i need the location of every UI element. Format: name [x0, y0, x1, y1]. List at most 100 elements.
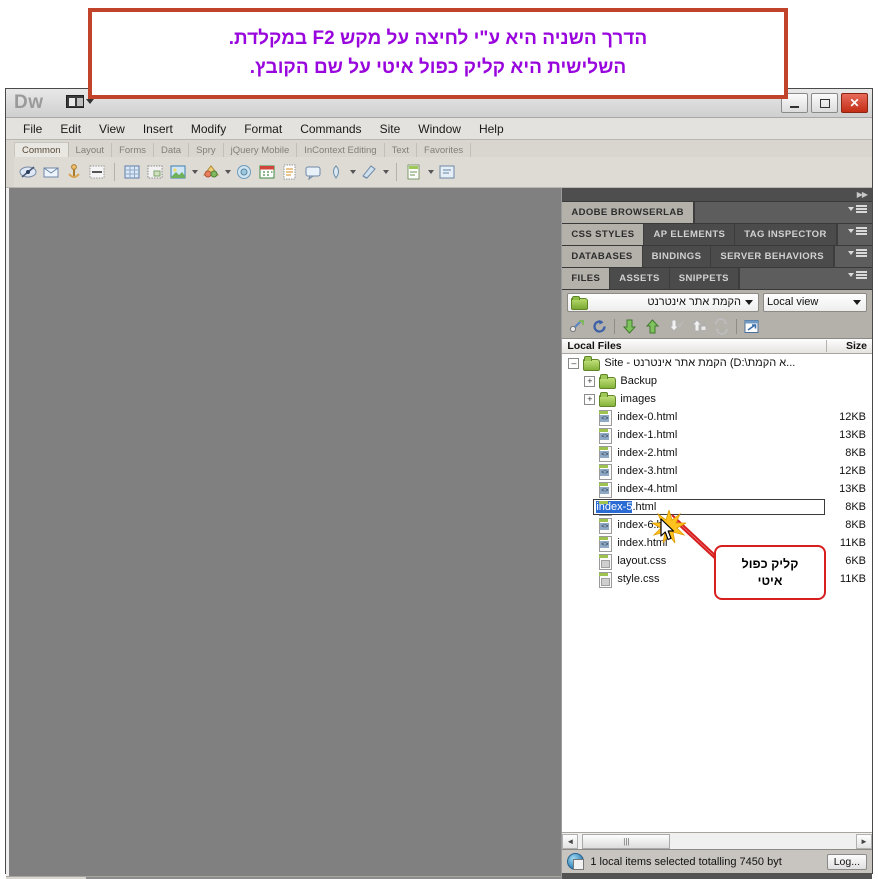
menu-format[interactable]: Format	[235, 120, 291, 138]
table-icon[interactable]	[122, 162, 142, 182]
table-row[interactable]: index-4.html 13KB	[562, 480, 872, 498]
html-file-icon	[598, 409, 613, 426]
tab-server-behaviors[interactable]: SERVER BEHAVIORS	[711, 246, 835, 267]
site-select[interactable]: הקמת אתר אינטרנט	[567, 292, 759, 312]
tab-ap-elements[interactable]: AP ELEMENTS	[644, 224, 736, 245]
table-row[interactable]: + Backup	[562, 372, 872, 390]
image-icon[interactable]	[168, 162, 188, 182]
expand-collapse-icon[interactable]	[743, 318, 760, 335]
files-site-row: הקמת אתר אינטרנט Local view	[562, 290, 872, 314]
chevron-down-icon	[853, 299, 861, 305]
insert-tab-jquery-mobile[interactable]: jQuery Mobile	[224, 143, 298, 157]
media-icon[interactable]	[201, 162, 221, 182]
put-files-icon[interactable]	[644, 318, 661, 335]
folder-icon	[598, 392, 617, 407]
column-header-local-files[interactable]: Local Files	[562, 340, 826, 352]
view-select[interactable]: Local view	[763, 292, 867, 312]
table-row[interactable]: index-0.html 12KB	[562, 408, 872, 426]
tab-bindings[interactable]: BINDINGS	[642, 246, 712, 267]
table-row[interactable]: – Site - הקמת אתר אינטרנט (D:\א הקמת...	[562, 354, 872, 372]
horizontal-rule-icon[interactable]	[87, 162, 107, 182]
refresh-globe-icon[interactable]	[567, 853, 585, 870]
tab-css-styles[interactable]: CSS STYLES	[562, 224, 645, 245]
scroll-right-button[interactable]: ►	[856, 833, 872, 849]
chevron-down-icon[interactable]	[225, 170, 231, 174]
horizontal-scrollbar[interactable]: ◄ ||| ►	[562, 832, 872, 849]
file-name: index-3.html	[617, 465, 678, 477]
collapse-panels-button[interactable]: ▶▶	[562, 188, 872, 202]
table-row[interactable]: index-2.html 8KB	[562, 444, 872, 462]
insert-tab-favorites[interactable]: Favorites	[417, 143, 472, 157]
panel-tabs-files: FILES ASSETS SNIPPETS	[562, 268, 872, 290]
files-panel-menu-button[interactable]	[848, 271, 867, 279]
insert-div-icon[interactable]	[145, 162, 165, 182]
workspace-icon	[66, 95, 84, 108]
chevron-down-icon[interactable]	[428, 170, 434, 174]
file-size: 12KB	[839, 465, 866, 477]
tab-adobe-browserlab[interactable]: ADOBE BROWSERLAB	[562, 202, 694, 223]
chevron-down-icon[interactable]	[383, 170, 389, 174]
connect-to-remote-icon[interactable]	[568, 318, 585, 335]
template-icon[interactable]	[404, 162, 424, 182]
scroll-left-button[interactable]: ◄	[562, 833, 579, 849]
get-files-icon[interactable]	[621, 318, 638, 335]
tab-assets[interactable]: ASSETS	[610, 268, 670, 289]
column-header-size[interactable]: Size	[826, 340, 872, 352]
menu-edit[interactable]: Edit	[51, 120, 90, 138]
menu-view[interactable]: View	[90, 120, 134, 138]
server-side-include-icon[interactable]	[280, 162, 300, 182]
menu-window[interactable]: Window	[409, 120, 470, 138]
widget-icon[interactable]	[234, 162, 254, 182]
scrollbar-thumb[interactable]: |||	[582, 833, 671, 849]
chevron-down-icon[interactable]	[350, 170, 356, 174]
named-anchor-icon[interactable]	[64, 162, 84, 182]
insert-tab-data[interactable]: Data	[154, 143, 190, 157]
maximize-button[interactable]	[811, 93, 838, 113]
browserlab-panel-menu-button[interactable]	[848, 205, 867, 213]
table-row[interactable]: index-1.html 13KB	[562, 426, 872, 444]
document-canvas[interactable]	[9, 188, 562, 876]
databases-panel-menu-button[interactable]	[848, 249, 867, 257]
menu-help[interactable]: Help	[470, 120, 513, 138]
insert-tab-text[interactable]: Text	[385, 143, 418, 157]
css-panel-menu-button[interactable]	[848, 227, 867, 235]
file-size: 13KB	[839, 429, 866, 441]
menu-modify[interactable]: Modify	[182, 120, 235, 138]
table-row[interactable]: index-6.html 8KB	[562, 516, 872, 534]
panel-tabs-css: CSS STYLES AP ELEMENTS TAG INSPECTOR	[562, 224, 872, 246]
chevron-down-icon[interactable]	[192, 170, 198, 174]
comment-icon[interactable]	[303, 162, 323, 182]
insert-tab-incontext-editing[interactable]: InContext Editing	[297, 143, 385, 157]
rename-input[interactable]: index-5 .html	[593, 499, 826, 515]
tab-databases[interactable]: DATABASES	[562, 246, 643, 267]
tab-snippets[interactable]: SNIPPETS	[669, 268, 739, 289]
menu-site[interactable]: Site	[371, 120, 410, 138]
tag-chooser-icon[interactable]	[437, 162, 457, 182]
tab-filler	[693, 202, 872, 223]
file-size: 8KB	[845, 501, 866, 513]
script-icon[interactable]	[359, 162, 379, 182]
tab-tag-inspector[interactable]: TAG INSPECTOR	[735, 224, 837, 245]
collapse-twisty[interactable]: –	[568, 357, 580, 369]
head-icon[interactable]	[326, 162, 346, 182]
insert-tab-forms[interactable]: Forms	[112, 143, 154, 157]
menu-insert[interactable]: Insert	[134, 120, 182, 138]
insert-tab-spry[interactable]: Spry	[189, 143, 224, 157]
menu-file[interactable]: File	[14, 120, 51, 138]
refresh-icon[interactable]	[591, 318, 608, 335]
insert-tab-common[interactable]: Common	[14, 142, 69, 157]
insert-tab-layout[interactable]: Layout	[69, 143, 113, 157]
date-icon[interactable]	[257, 162, 277, 182]
expand-twisty[interactable]: +	[584, 375, 596, 387]
log-button[interactable]: Log...	[826, 853, 867, 870]
tab-files[interactable]: FILES	[562, 268, 611, 289]
table-row[interactable]: index-3.html 12KB	[562, 462, 872, 480]
close-button[interactable]: ✕	[841, 93, 868, 113]
hyperlink-icon[interactable]	[18, 162, 38, 182]
menu-commands[interactable]: Commands	[291, 120, 370, 138]
chevron-down-icon	[745, 299, 753, 305]
table-row-renaming[interactable]: index-5 .html 8KB	[562, 498, 872, 516]
email-link-icon[interactable]	[41, 162, 61, 182]
table-row[interactable]: + images	[562, 390, 872, 408]
expand-twisty[interactable]: +	[584, 393, 596, 405]
